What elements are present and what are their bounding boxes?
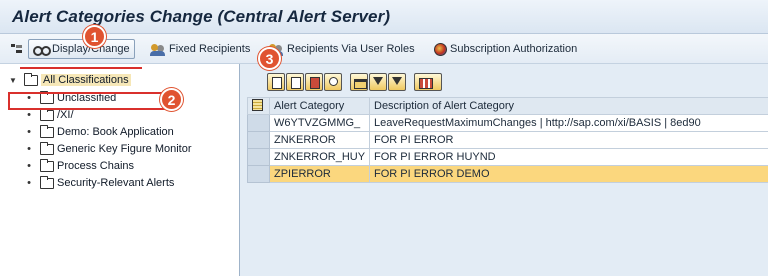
filter-icon[interactable] [369,73,387,91]
tree-item-label: Generic Key Figure Monitor [57,143,192,155]
tree-item-generic-key-figure-monitor[interactable]: • Generic Key Figure Monitor [0,141,240,157]
list-toolbar [267,73,442,93]
hierarchy-icon [10,43,23,55]
print-icon[interactable] [350,73,368,91]
description-cell: FOR PI ERROR [369,131,768,149]
column-header-description[interactable]: Description of Alert Category [369,97,768,115]
callout-frame-unclassified [8,92,168,110]
subscription-authorization-button[interactable]: Subscription Authorization [430,39,581,59]
fixed-recipients-label: Fixed Recipients [169,43,251,55]
tree-item-label: Process Chains [57,160,135,172]
bullet-icon: • [27,109,31,121]
bullet-icon: • [27,177,31,189]
fixed-recipients-button[interactable]: Fixed Recipients [146,39,254,59]
bullet-icon: • [27,143,31,155]
globe-icon [434,42,447,56]
delete-icon[interactable] [305,73,323,91]
tree-item-demo-book-application[interactable]: • Demo: Book Application [0,124,240,140]
alert-category-cell: ZPIERROR [269,165,370,183]
layout-icon [252,98,263,111]
step-badge-1: 1 [83,25,106,48]
tree-item-label: Security-Relevant Alerts [57,177,175,189]
tree-item-process-chains[interactable]: • Process Chains [0,158,240,174]
table-row[interactable]: ZNKERROR_HUY FOR PI ERROR HUYND [247,148,768,166]
row-selector[interactable] [247,114,270,132]
folder-icon [40,158,54,172]
people-icon [150,43,166,56]
step-badge-3: 3 [258,47,281,70]
bullet-icon: • [27,126,31,138]
layout-dropdown-icon[interactable] [414,73,442,91]
description-cell: FOR PI ERROR HUYND [369,148,768,166]
folder-icon [40,175,54,189]
display-change-button[interactable]: Display/Change [28,39,135,59]
folder-icon [40,124,54,138]
folder-icon [40,141,54,155]
alert-category-cell: ZNKERROR_HUY [269,148,370,166]
table-row-selected[interactable]: ZPIERROR FOR PI ERROR DEMO [247,165,768,183]
alert-category-list-panel: Alert Category Description of Alert Cate… [246,64,768,276]
alert-category-table: Alert Category Description of Alert Cate… [247,97,768,183]
callout-frame-root [20,67,142,83]
bullet-icon: • [27,160,31,172]
application-toolbar: Display/Change Fixed Recipients Recipien… [0,34,768,64]
select-all-cell[interactable] [247,97,270,115]
tree-item-label: /XI/ [57,109,74,121]
subscription-authorization-label: Subscription Authorization [450,43,578,55]
copy-icon[interactable] [286,73,304,91]
set-filter-icon[interactable] [388,73,406,91]
table-header-row: Alert Category Description of Alert Cate… [247,97,768,115]
row-selector[interactable] [247,148,270,166]
tree-item-security-relevant-alerts[interactable]: • Security-Relevant Alerts [0,175,240,191]
alert-category-cell: ZNKERROR [269,131,370,149]
hierarchy-toggle-button[interactable] [6,39,27,59]
collapse-arrow-icon[interactable]: ▼ [8,76,18,85]
column-header-alert-category[interactable]: Alert Category [269,97,370,115]
detail-icon[interactable] [324,73,342,91]
description-cell: LeaveRequestMaximumChanges | http://sap.… [369,114,768,132]
title-bar: Alert Categories Change (Central Alert S… [0,0,768,34]
glasses-icon [33,43,51,56]
row-selector[interactable] [247,131,270,149]
recipients-via-user-roles-button[interactable]: Recipients Via User Roles [264,39,419,59]
table-row[interactable]: ZNKERROR FOR PI ERROR [247,131,768,149]
alert-category-cell: W6YTVZGMMG_ [269,114,370,132]
description-cell: FOR PI ERROR DEMO [369,165,768,183]
window-title: Alert Categories Change (Central Alert S… [12,7,391,26]
create-icon[interactable] [267,73,285,91]
row-selector[interactable] [247,165,270,183]
folder-icon [40,107,54,121]
tree-item-label: Demo: Book Application [57,126,174,138]
recipients-via-user-roles-label: Recipients Via User Roles [287,43,415,55]
table-row[interactable]: W6YTVZGMMG_ LeaveRequestMaximumChanges |… [247,114,768,132]
step-badge-2: 2 [160,88,183,111]
